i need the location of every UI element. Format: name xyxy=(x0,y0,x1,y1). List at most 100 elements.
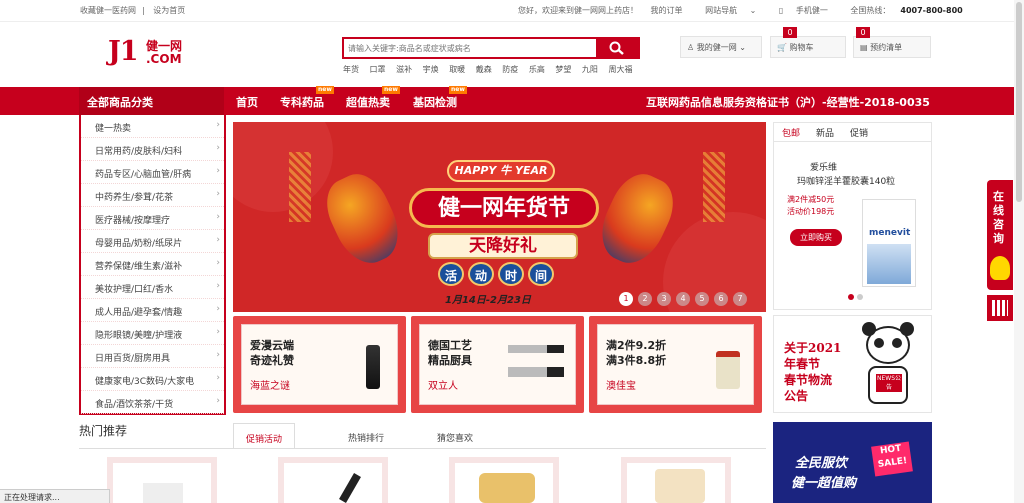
notice-card[interactable]: 关于2021 年春节 春节物流 公告 NEWS公告 xyxy=(773,315,932,413)
nav-item-hot-sale[interactable]: 超值热卖 new xyxy=(346,86,400,110)
keyword-link[interactable]: 年货 xyxy=(343,65,359,74)
mobile-link[interactable]: ▯ 手机健一 xyxy=(769,6,828,15)
search-button[interactable] xyxy=(596,39,638,57)
chevron-right-icon: › xyxy=(216,235,220,245)
category-item[interactable]: 健一热卖 › xyxy=(81,115,224,138)
panda-mascot-image: NEWS公告 xyxy=(858,322,918,408)
keyword-link[interactable]: 戴森 xyxy=(476,65,492,74)
tab-best-sellers[interactable]: 热销排行 xyxy=(336,423,396,449)
tab-promo[interactable]: 促销 xyxy=(850,126,868,139)
phone-icon: ▯ xyxy=(778,6,784,15)
tab-free-shipping[interactable]: 包邮 xyxy=(782,126,800,139)
banner-time-badges: 活动时间 xyxy=(438,262,566,286)
product-brand: 爱乐维 xyxy=(810,163,838,173)
site-logo[interactable]: J1 健一网 .COM xyxy=(108,36,190,70)
carousel-dot[interactable]: 1 xyxy=(619,292,633,306)
promo-brand: 海蓝之谜 xyxy=(250,381,290,392)
product-card[interactable] xyxy=(278,457,388,503)
main-nav: 全部商品分类 首页 专科药品 new 超值热卖 new 基因检测 new 互联网药品信… xyxy=(0,86,1024,115)
carousel-dot[interactable] xyxy=(848,294,854,300)
product-card[interactable] xyxy=(621,457,731,503)
chevron-right-icon: › xyxy=(216,327,220,337)
category-item[interactable]: 食品/酒饮茶茶/干货 › xyxy=(81,391,224,414)
keyword-link[interactable]: 宇焕 xyxy=(423,65,439,74)
carousel-dot[interactable]: 4 xyxy=(676,292,690,306)
carousel-dot[interactable]: 6 xyxy=(714,292,728,306)
promo-card[interactable]: 德国工艺 精品厨具 双立人 xyxy=(411,316,584,413)
promo-card[interactable]: 满2件9.2折 满3件8.8折 澳佳宝 xyxy=(589,316,762,413)
category-item[interactable]: 健康家电/3C数码/大家电 › xyxy=(81,368,224,391)
promo-line2: 满3件8.8折 xyxy=(606,354,667,367)
keyword-link[interactable]: 乐高 xyxy=(529,65,545,74)
tab-you-may-like[interactable]: 猜您喜欢 xyxy=(425,423,485,449)
category-item[interactable]: 隐形眼镜/美瞳/护理液 › xyxy=(81,322,224,345)
category-item[interactable]: 成人用品/避孕套/情趣 › xyxy=(81,299,224,322)
user-icon: ♙ xyxy=(687,43,695,52)
category-item[interactable]: 美妆护理/口红/香水 › xyxy=(81,276,224,299)
chevron-right-icon: › xyxy=(216,281,220,291)
carousel-dot[interactable]: 3 xyxy=(657,292,671,306)
product-bottle-image xyxy=(366,345,380,389)
notice-line: 公告 xyxy=(784,389,809,403)
qr-code-button[interactable] xyxy=(987,295,1013,321)
product-tab-panel: 包邮 新品 促销 爱乐维 玛咖锌淫羊藿胶囊140粒 满2件减50元 活动价198… xyxy=(773,122,932,310)
scrollbar-thumb[interactable] xyxy=(1016,2,1022,202)
cart-button[interactable]: 0 🛒 购物车 xyxy=(770,27,846,58)
site-nav-link[interactable]: 网站导航 ⌄ xyxy=(695,6,756,15)
category-item[interactable]: 营养保健/维生素/滋补 › xyxy=(81,253,224,276)
carousel-dot[interactable]: 7 xyxy=(733,292,747,306)
category-item[interactable]: 医疗器械/按摩理疗 › xyxy=(81,207,224,230)
divider xyxy=(79,448,766,449)
product-card[interactable] xyxy=(107,457,217,503)
notice-title: 关于2021 年春节 春节物流 公告 xyxy=(784,340,854,404)
divider xyxy=(774,141,931,142)
hero-banner[interactable]: HAPPY 牛 YEAR 健一网年货节 天降好礼 活动时间 1月14日-2月23… xyxy=(233,122,766,312)
keyword-link[interactable]: 口罩 xyxy=(370,65,386,74)
category-item[interactable]: 中药养生/参茸/花茶 › xyxy=(81,184,224,207)
carousel-dot[interactable] xyxy=(857,294,863,300)
category-item[interactable]: 日常用药/皮肤科/妇科 › xyxy=(81,138,224,161)
keyword-link[interactable]: 取暖 xyxy=(449,65,465,74)
banner-subtitle: 天降好礼 xyxy=(428,233,578,259)
set-homepage-link[interactable]: 设为首页 xyxy=(153,6,185,15)
notice-line: 年春节 xyxy=(784,357,821,371)
bookmark-link[interactable]: 收藏健一医药网 xyxy=(80,6,136,15)
promo-line2: 精品厨具 xyxy=(428,354,472,367)
buy-now-button[interactable]: 立即购买 xyxy=(790,229,842,246)
keyword-link[interactable]: 九阳 xyxy=(582,65,598,74)
account-button[interactable]: ♙ 我的健一网 ⌄ xyxy=(680,36,762,58)
category-item[interactable]: 药品专区/心脑血管/肝病 › xyxy=(81,161,224,184)
product-card[interactable] xyxy=(449,457,559,503)
hotline-number: 4007-800-800 xyxy=(900,6,963,15)
search-input[interactable] xyxy=(344,39,598,57)
product-name[interactable]: 玛咖锌淫羊藿胶囊140粒 xyxy=(797,174,895,187)
nav-item-home[interactable]: 首页 xyxy=(236,94,258,110)
all-categories-button[interactable]: 全部商品分类 xyxy=(79,87,224,115)
mobile-label: 手机健一 xyxy=(795,6,828,15)
category-label: 中药养生/参茸/花茶 xyxy=(95,193,174,203)
keyword-link[interactable]: 滋补 xyxy=(396,65,412,74)
category-item[interactable]: 日用百货/厨房用具 › xyxy=(81,345,224,368)
nav-item-specialty[interactable]: 专科药品 new xyxy=(280,86,334,110)
keyword-link[interactable]: 梦望 xyxy=(555,65,571,74)
carousel-dot[interactable]: 2 xyxy=(638,292,652,306)
koi-fish-decoration xyxy=(316,165,410,273)
my-orders-link[interactable]: 我的订单 xyxy=(651,6,683,15)
page-scrollbar[interactable] xyxy=(1014,0,1024,503)
keyword-link[interactable]: 防疫 xyxy=(502,65,518,74)
wishlist-button[interactable]: 0 ▤ 预约清单 xyxy=(853,27,931,58)
nav-item-gene-test[interactable]: 基因检测 new xyxy=(413,86,467,110)
time-char: 活 xyxy=(438,262,464,286)
top-bar: 收藏健一医药网 | 设为首页 您好，欢迎来到健一网网上药店！ 我的订单 网站导航 … xyxy=(0,0,1024,22)
category-label: 成人用品/避孕套/情趣 xyxy=(95,308,183,318)
category-label: 隐形眼镜/美瞳/护理液 xyxy=(95,331,183,341)
ad-banner-small[interactable]: 全民服饮 健一超值购 HOT SALE! xyxy=(773,422,932,503)
online-consult-widget[interactable]: 在线咨询 xyxy=(987,180,1013,290)
keyword-link[interactable]: 周大福 xyxy=(608,65,632,74)
tab-new[interactable]: 新品 xyxy=(816,126,834,139)
tab-promotions[interactable]: 促销活动 xyxy=(233,423,296,449)
category-item[interactable]: 母婴用品/奶粉/纸尿片 › xyxy=(81,230,224,253)
category-label: 母婴用品/奶粉/纸尿片 xyxy=(95,239,183,249)
carousel-dot[interactable]: 5 xyxy=(695,292,709,306)
promo-card[interactable]: 爱漫云端 奇迹礼赞 海蓝之谜 xyxy=(233,316,406,413)
